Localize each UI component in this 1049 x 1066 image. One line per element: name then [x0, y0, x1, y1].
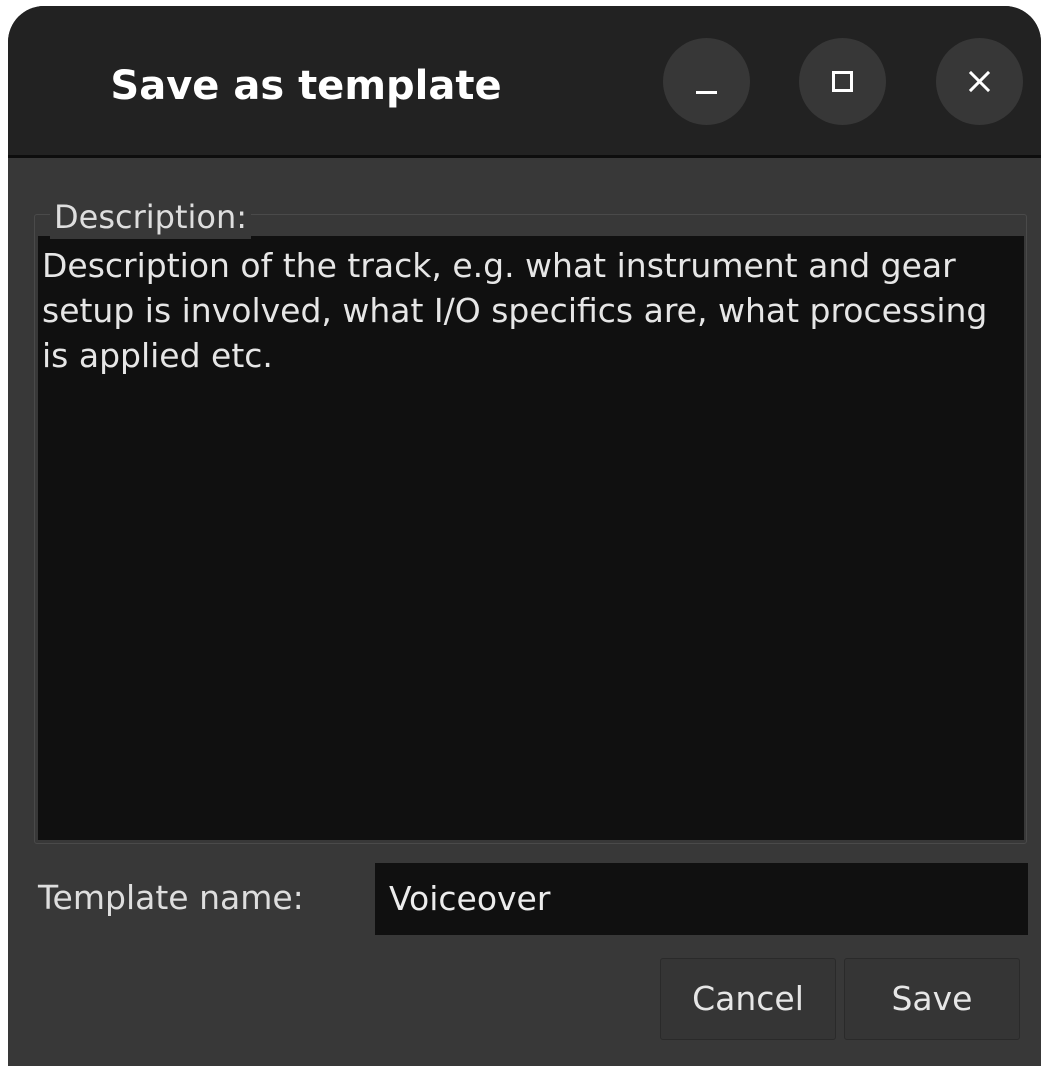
save-template-dialog: Save as template Description of the trac…: [8, 6, 1041, 1066]
maximize-icon: [832, 71, 853, 92]
description-label: Description:: [50, 195, 252, 239]
close-icon: [968, 70, 991, 93]
template-name-label: Template name:: [38, 878, 304, 917]
save-button[interactable]: Save: [844, 958, 1020, 1040]
maximize-button[interactable]: [799, 38, 886, 125]
minimize-button[interactable]: [663, 38, 750, 125]
description-textarea[interactable]: Description of the track, e.g. what inst…: [38, 236, 1024, 840]
close-button[interactable]: [936, 38, 1023, 125]
minimize-icon: [696, 91, 717, 94]
dialog-content: Description of the track, e.g. what inst…: [8, 158, 1041, 1066]
dialog-title: Save as template: [110, 63, 502, 109]
cancel-button[interactable]: Cancel: [660, 958, 836, 1040]
title-bar[interactable]: Save as template: [8, 6, 1041, 158]
template-name-input[interactable]: Voiceover: [375, 863, 1028, 935]
